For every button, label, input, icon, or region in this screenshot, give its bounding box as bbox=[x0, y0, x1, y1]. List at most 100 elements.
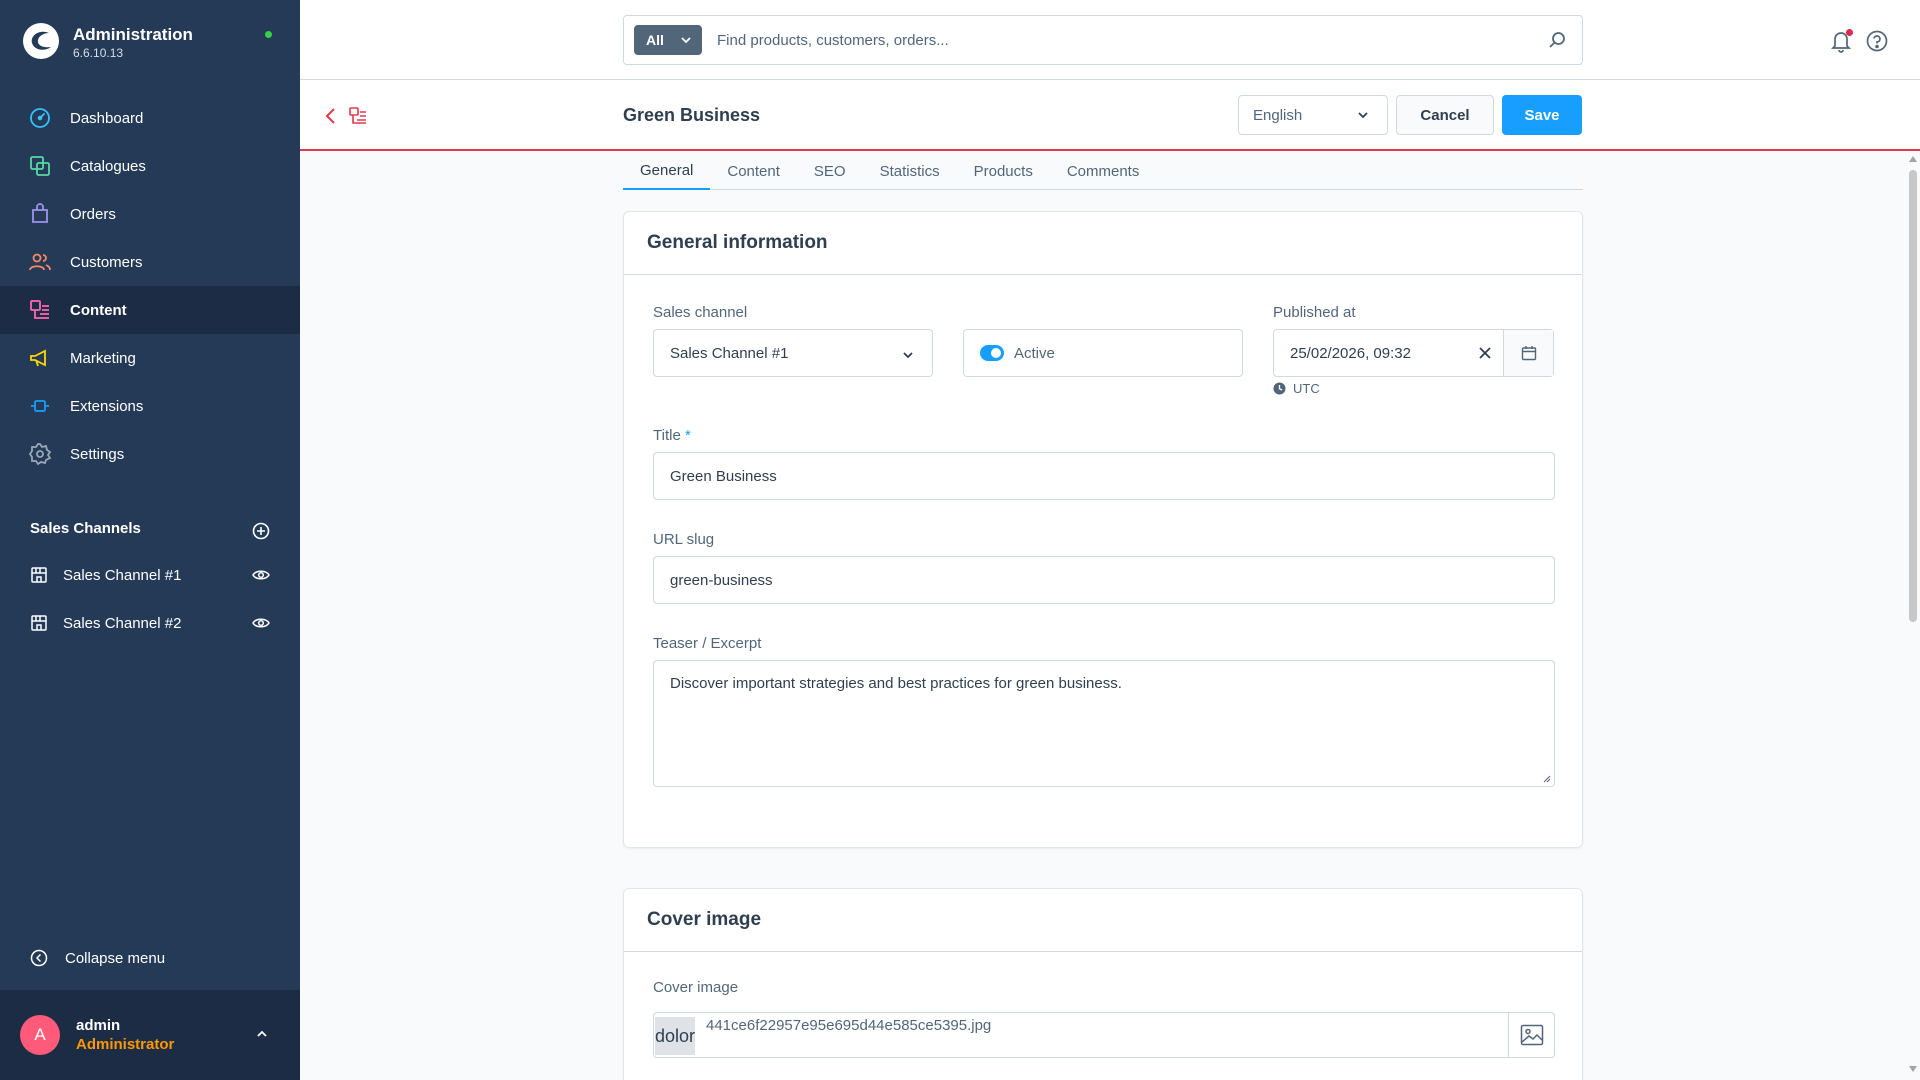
user-menu[interactable]: A admin Administrator bbox=[0, 990, 300, 1080]
sales-channel-label: Sales Channel #1 bbox=[63, 566, 182, 584]
resize-handle-icon[interactable] bbox=[1543, 775, 1551, 783]
chevron-down-icon bbox=[681, 37, 691, 44]
nav-label: Dashboard bbox=[70, 109, 144, 127]
nav-item-catalogues[interactable]: Catalogues bbox=[0, 142, 300, 190]
chevron-down-icon bbox=[903, 352, 913, 359]
published-at-value: 25/02/2026, 09:32 bbox=[1290, 344, 1411, 362]
chevron-up-icon[interactable] bbox=[255, 1027, 269, 1041]
title-label: Title * bbox=[653, 427, 691, 444]
collapse-menu-button[interactable]: Collapse menu bbox=[30, 945, 165, 971]
published-at-field[interactable]: 25/02/2026, 09:32 bbox=[1273, 329, 1554, 377]
cover-image-field[interactable]: dolor 441ce6f22957e95e695d44e585ce5395.j… bbox=[653, 1012, 1555, 1058]
help-icon[interactable] bbox=[1866, 30, 1888, 52]
card-divider bbox=[624, 274, 1582, 275]
teaser-textarea[interactable]: Discover important strategies and best p… bbox=[653, 660, 1555, 787]
content-icon bbox=[30, 300, 49, 319]
clear-icon[interactable] bbox=[1476, 344, 1494, 362]
nav-item-extensions[interactable]: Extensions bbox=[0, 382, 300, 430]
teaser-label: Teaser / Excerpt bbox=[653, 635, 762, 652]
user-role: Administrator bbox=[76, 1036, 175, 1053]
sales-channel-select[interactable]: Sales Channel #1 bbox=[653, 329, 933, 377]
sales-channel-label: Sales Channel #2 bbox=[63, 614, 182, 632]
main-navigation: Dashboard Catalogues Orders Customers Co… bbox=[0, 94, 300, 478]
sales-channel-item-2[interactable]: Sales Channel #2 bbox=[30, 608, 270, 638]
avatar: A bbox=[20, 1015, 60, 1055]
storefront-icon bbox=[31, 567, 47, 583]
title-label-text: Title bbox=[653, 427, 681, 444]
scrollbar-thumb[interactable] bbox=[1909, 170, 1917, 622]
catalogues-icon bbox=[30, 156, 50, 176]
tab-content[interactable]: Content bbox=[710, 152, 797, 190]
cover-image-filename: 441ce6f22957e95e695d44e585ce5395.jpg bbox=[706, 1017, 992, 1034]
nav-label: Marketing bbox=[70, 349, 136, 367]
nav-item-orders[interactable]: Orders bbox=[0, 190, 300, 238]
language-value: English bbox=[1253, 106, 1303, 124]
search-type-select[interactable]: All bbox=[634, 25, 702, 55]
tab-products[interactable]: Products bbox=[957, 152, 1050, 190]
brand: Administration 6.6.10.13 bbox=[22, 22, 282, 66]
language-switch[interactable]: English bbox=[1238, 95, 1388, 135]
required-marker: * bbox=[684, 427, 691, 444]
nav-item-customers[interactable]: Customers bbox=[0, 238, 300, 286]
eye-icon[interactable] bbox=[252, 615, 270, 631]
dashboard-icon bbox=[30, 108, 50, 128]
nav-item-marketing[interactable]: Marketing bbox=[0, 334, 300, 382]
sales-channel-item-1[interactable]: Sales Channel #1 bbox=[30, 560, 270, 590]
back-arrow-icon[interactable] bbox=[324, 106, 338, 126]
calendar-button[interactable] bbox=[1503, 330, 1553, 376]
smart-bar: Green Business English Cancel Save bbox=[300, 80, 1920, 151]
title-input[interactable]: Green Business bbox=[653, 452, 1555, 500]
add-sales-channel-icon[interactable] bbox=[252, 522, 270, 540]
url-slug-label: URL slug bbox=[653, 531, 715, 548]
cancel-button[interactable]: Cancel bbox=[1396, 95, 1494, 135]
brand-title: Administration bbox=[73, 25, 193, 44]
eye-icon[interactable] bbox=[252, 567, 270, 583]
sales-channel-value: Sales Channel #1 bbox=[670, 344, 789, 362]
clock-icon bbox=[1273, 382, 1286, 395]
tab-statistics[interactable]: Statistics bbox=[863, 152, 957, 190]
open-media-button[interactable] bbox=[1508, 1013, 1554, 1057]
collapse-menu-label: Collapse menu bbox=[65, 949, 166, 967]
active-toggle[interactable] bbox=[980, 345, 1004, 361]
url-slug-input[interactable]: green-business bbox=[653, 556, 1555, 604]
active-toggle-field: Active bbox=[963, 329, 1243, 377]
nav-label: Content bbox=[70, 301, 127, 319]
tab-seo[interactable]: SEO bbox=[797, 152, 863, 190]
global-search: All bbox=[623, 15, 1583, 65]
teaser-value: Discover important strategies and best p… bbox=[670, 675, 1122, 692]
nav-item-content[interactable]: Content bbox=[0, 286, 300, 334]
scroll-down-arrow-icon[interactable] bbox=[1909, 1066, 1917, 1072]
content-module-icon bbox=[349, 107, 366, 124]
nav-item-settings[interactable]: Settings bbox=[0, 430, 300, 478]
scroll-up-arrow-icon[interactable] bbox=[1909, 156, 1917, 162]
user-name: admin bbox=[76, 1017, 121, 1034]
timezone-hint: UTC bbox=[1273, 381, 1320, 396]
active-label: Active bbox=[1014, 344, 1055, 362]
nav-label: Catalogues bbox=[70, 157, 146, 175]
save-button[interactable]: Save bbox=[1502, 95, 1582, 135]
timezone-label: UTC bbox=[1293, 381, 1320, 396]
sales-channels-title: Sales Channels bbox=[30, 520, 141, 537]
cover-image-card: Cover image Cover image dolor 441ce6f229… bbox=[623, 888, 1583, 1080]
nav-label: Orders bbox=[70, 205, 116, 223]
nav-label: Extensions bbox=[70, 397, 144, 415]
collapse-icon bbox=[30, 949, 48, 967]
sales-channels-header: Sales Channels bbox=[30, 520, 270, 542]
nav-item-dashboard[interactable]: Dashboard bbox=[0, 94, 300, 142]
card-divider bbox=[624, 951, 1582, 952]
published-at-label: Published at bbox=[1273, 304, 1356, 321]
status-indicator bbox=[265, 31, 272, 38]
page-title: Green Business bbox=[623, 105, 761, 125]
tab-general[interactable]: General bbox=[623, 152, 711, 190]
general-information-card: General information Sales channel Sales … bbox=[623, 211, 1583, 848]
top-bar: All bbox=[300, 0, 1920, 80]
tab-comments[interactable]: Comments bbox=[1050, 152, 1157, 190]
calendar-icon bbox=[1521, 346, 1536, 361]
storefront-icon bbox=[31, 615, 47, 631]
marketing-icon bbox=[30, 349, 46, 367]
extensions-icon bbox=[31, 400, 49, 412]
search-icon[interactable] bbox=[1548, 31, 1566, 49]
search-input[interactable] bbox=[717, 28, 1517, 52]
notification-badge bbox=[1846, 29, 1853, 36]
chevron-down-icon bbox=[1358, 112, 1368, 119]
